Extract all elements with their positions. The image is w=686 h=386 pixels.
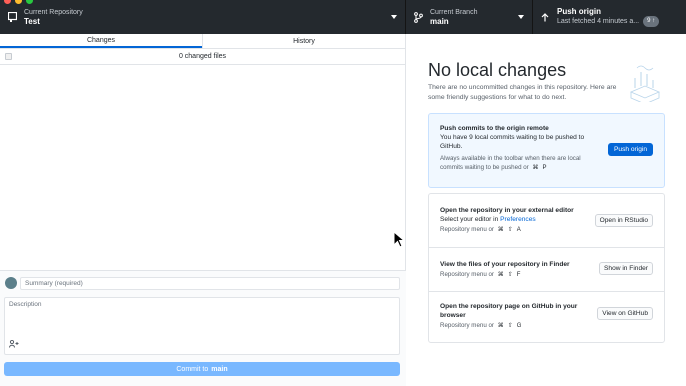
commit-button-prefix: Commit to	[176, 365, 209, 373]
f-key: F	[516, 272, 521, 278]
shift-key: ⇧	[507, 323, 513, 329]
list-item: View the files of your repository in Fin…	[429, 248, 664, 292]
preferences-link[interactable]: Preferences	[500, 216, 536, 223]
changed-files-header: 0 changed files	[0, 49, 405, 65]
changed-files-count: 0 changed files	[178, 53, 227, 60]
repo-name: Test	[24, 17, 40, 26]
suggestion-hint: Repository menu or	[440, 271, 494, 278]
branch-label: Current Branch	[430, 9, 478, 16]
commit-button[interactable]: Commit to main	[4, 362, 400, 376]
cmd-key: ⌘	[497, 227, 504, 233]
branch-icon	[412, 11, 424, 23]
branch-name: main	[430, 17, 449, 26]
changes-pane: Changes History 0 changed files Summary …	[0, 34, 406, 386]
tab-changes[interactable]: Changes	[0, 34, 202, 48]
repo-icon	[6, 11, 18, 23]
a-key: A	[516, 227, 521, 233]
push-title: Push origin	[557, 7, 601, 16]
commits-ahead-badge: 9 ↑	[643, 16, 660, 27]
repo-label: Current Repository	[24, 9, 83, 16]
current-branch-dropdown[interactable]: Current Branch main	[406, 0, 533, 34]
tab-bar: Changes History	[0, 34, 405, 49]
add-coauthor-icon[interactable]	[9, 339, 19, 350]
shift-key: ⇧	[507, 272, 513, 278]
suggestion-title: Open the repository page on GitHub in yo…	[440, 303, 578, 319]
cmd-key: ⌘	[497, 323, 504, 329]
push-origin-card-button[interactable]: Push origin	[608, 143, 653, 156]
arrow-up-icon	[539, 11, 551, 23]
no-changes-view: No local changes There are no uncommitte…	[407, 34, 686, 386]
push-card-hint: Always available in the toolbar when the…	[440, 155, 581, 171]
suggestion-hint: Repository menu or	[440, 322, 494, 329]
avatar	[5, 277, 17, 289]
list-item: Open the repository in your external edi…	[429, 194, 664, 248]
cmd-key: ⌘	[497, 272, 504, 278]
toolbar: Current Repository Test Current Branch m…	[0, 0, 686, 34]
commit-area: Summary (required) Description Commit to…	[0, 270, 406, 386]
chevron-down-icon	[518, 15, 524, 19]
cmd-key: ⌘	[532, 165, 539, 171]
g-key: G	[516, 323, 522, 329]
push-origin-button[interactable]: Push origin Last fetched 4 minutes a... …	[533, 0, 686, 34]
suggestion-hint: Repository menu or	[440, 226, 494, 233]
summary-input[interactable]: Summary (required)	[20, 277, 400, 290]
show-in-finder-button[interactable]: Show in Finder	[599, 262, 653, 275]
description-placeholder: Description	[9, 301, 42, 308]
chevron-down-icon	[391, 15, 397, 19]
shift-key: ⇧	[507, 227, 513, 233]
select-all-checkbox[interactable]	[5, 53, 12, 60]
push-suggestion-card: Push commits to the origin remote You ha…	[428, 113, 665, 188]
open-in-rstudio-button[interactable]: Open in RStudio	[594, 214, 653, 227]
list-item: Open the repository page on GitHub in yo…	[429, 292, 664, 342]
current-repository-dropdown[interactable]: Current Repository Test	[0, 0, 406, 34]
view-on-github-button[interactable]: View on GitHub	[597, 307, 653, 320]
last-fetched-text: Last fetched 4 minutes a...	[557, 18, 640, 25]
empty-state-illustration-icon	[629, 65, 661, 102]
page-subtitle: There are no uncommitted changes in this…	[428, 84, 617, 101]
suggestions-list: Open the repository in your external edi…	[428, 193, 665, 343]
p-key: P	[542, 165, 547, 171]
tab-history[interactable]: History	[202, 34, 405, 48]
mouse-cursor-icon	[393, 231, 405, 248]
description-input[interactable]: Description	[4, 297, 400, 355]
push-card-description: You have 9 local commits waiting to be p…	[440, 134, 585, 150]
commit-button-branch: main	[211, 365, 228, 373]
push-card-title: Push commits to the origin remote	[440, 125, 549, 132]
suggestion-description: Select your editor in	[440, 216, 501, 223]
page-title: No local changes	[428, 60, 567, 80]
